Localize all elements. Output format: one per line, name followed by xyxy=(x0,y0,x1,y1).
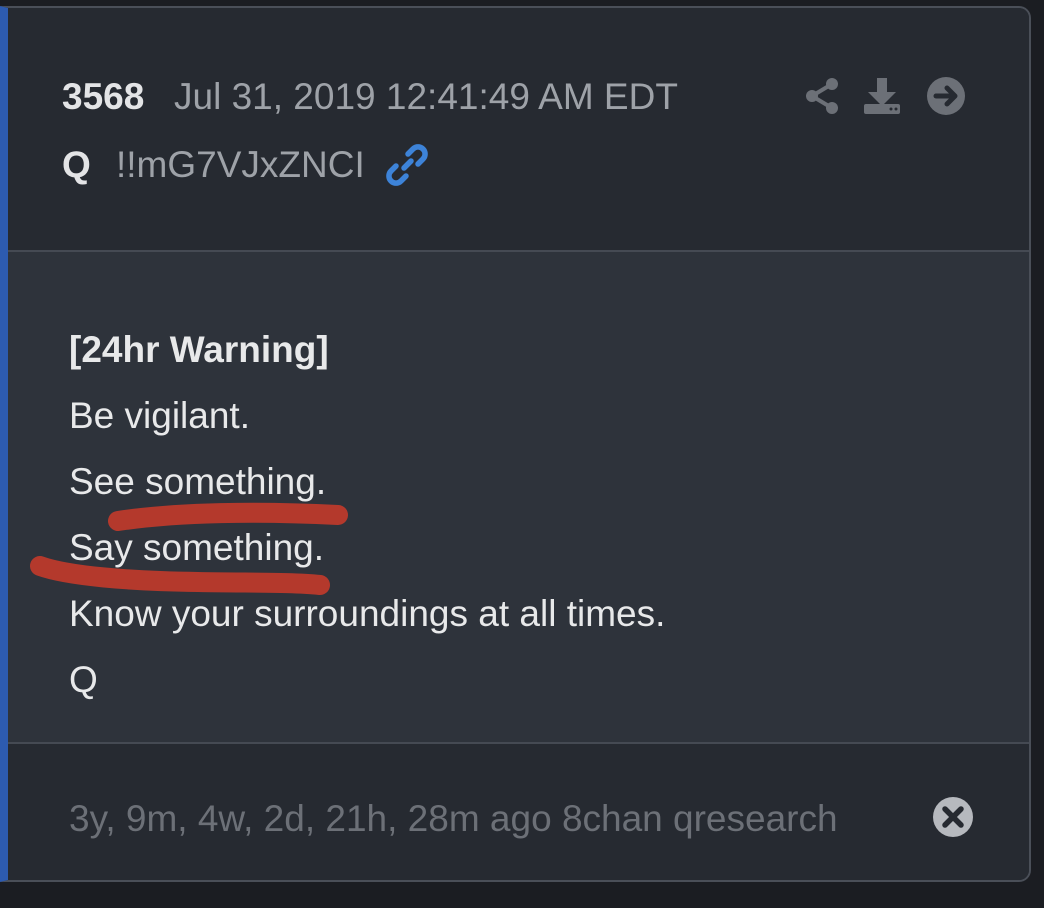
post-line: Know your surroundings at all times. xyxy=(69,593,666,634)
post-number[interactable]: 3568 xyxy=(62,76,144,118)
post-line: See something. xyxy=(69,461,327,502)
arrow-right-circle-icon[interactable] xyxy=(926,76,966,116)
post-line: [24hr Warning] xyxy=(69,329,329,370)
post-line: Q xyxy=(69,659,98,700)
post-footer: 3y, 9m, 4w, 2d, 21h, 28m ago 8chan qrese… xyxy=(8,744,1029,880)
link-icon[interactable] xyxy=(384,142,430,188)
share-icon[interactable] xyxy=(802,76,842,116)
post-meta: 3y, 9m, 4w, 2d, 21h, 28m ago 8chan qrese… xyxy=(69,798,838,839)
post-card: 3568 Jul 31, 2019 12:41:49 AM EDT Q !!mG… xyxy=(0,6,1031,882)
post-author: Q xyxy=(62,144,91,185)
post-line: Be vigilant. xyxy=(69,395,250,436)
post-timestamp: Jul 31, 2019 12:41:49 AM EDT xyxy=(174,76,678,117)
download-icon[interactable] xyxy=(862,76,902,116)
post-body: [24hr Warning] Be vigilant. See somethin… xyxy=(8,252,1029,744)
close-circle-icon[interactable] xyxy=(932,796,974,838)
post-header: 3568 Jul 31, 2019 12:41:49 AM EDT Q !!mG… xyxy=(8,8,1029,252)
post-tripcode: !!mG7VJxZNCI xyxy=(116,144,365,185)
post-line: Say something. xyxy=(69,527,325,568)
